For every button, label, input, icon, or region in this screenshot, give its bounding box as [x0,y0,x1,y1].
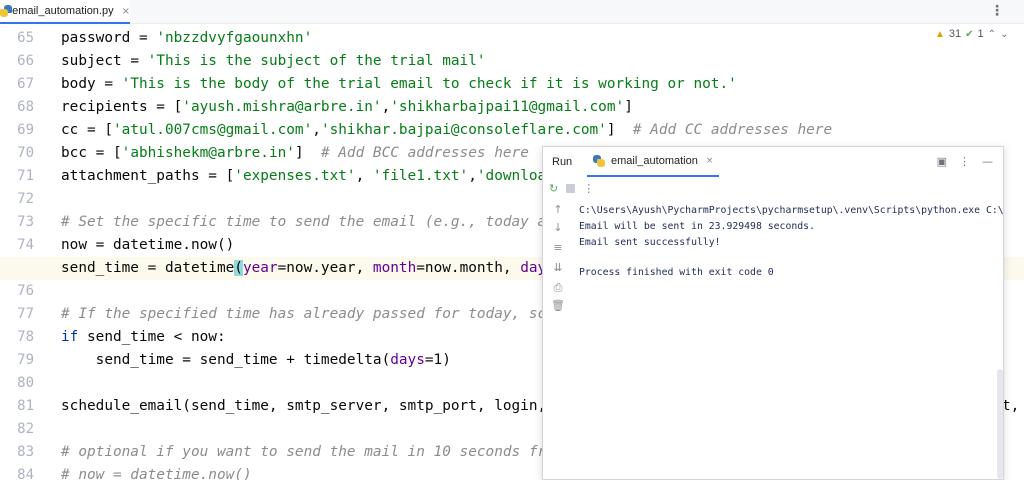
close-run-tab-icon[interactable]: × [706,156,714,166]
code-line: now = datetime.now() [61,237,235,253]
minimize-icon[interactable]: — [982,155,993,168]
line-number: 65 [17,30,34,46]
code-line: schedule_email(send_time, smtp_server, s… [61,398,564,414]
line-number: 77 [17,306,34,322]
line-number: 74 [17,237,34,253]
run-tab-label: email_automation [611,155,698,167]
rerun-icon[interactable]: ↻ [549,182,558,195]
console-line: C:\Users\Ayush\PycharmProjects\pycharmse… [579,205,1003,216]
python-file-icon [0,5,12,17]
print-icon[interactable]: ⎙ [551,281,565,295]
line-number: 73 [17,214,34,230]
more-vertical-icon[interactable]: ⋮ [990,3,1004,19]
line-number: 79 [17,352,34,368]
soft-wrap-icon[interactable]: ≡ [551,241,565,255]
scrollbar-thumb[interactable] [997,369,1003,479]
python-run-icon [593,155,605,167]
console-line: Email will be sent in 23.929498 seconds. [579,221,815,232]
line-number: 84 [17,467,34,480]
window-options-icon[interactable]: ▣ [937,155,947,168]
console-line: Email sent successfully! [579,237,721,248]
run-header: Run email_automation × ▣ ⋮ — [543,147,1003,177]
code-line: cc = ['atul.007cms@gmail.com','shikhar.b… [61,122,833,138]
line-number: 80 [17,375,34,391]
close-tab-icon[interactable]: × [122,6,130,17]
code-line: attachment_paths = ['expenses.txt', 'fil… [61,168,555,184]
run-title[interactable]: Run [552,156,572,168]
trash-icon[interactable]: 🗑 [551,299,565,313]
code-line: bcc = ['abhishekm@arbre.in'] # Add BCC a… [61,145,529,161]
line-number: 69 [17,122,34,138]
code-line: send_time = send_time + timedelta(days=1… [61,352,451,368]
code-line: # now = datetime.now() [61,467,252,480]
console-line: Process finished with exit code 0 [579,267,774,278]
tab-filename: email_automation.py [12,5,114,17]
console-output[interactable]: C:\Users\Ayush\PycharmProjects\pycharmse… [579,203,1003,473]
more-icon[interactable]: ⋮ [583,182,594,195]
scroll-to-end-icon[interactable]: ⇊ [551,261,565,275]
run-config-tab[interactable]: email_automation × [587,147,720,177]
stop-icon[interactable] [566,183,576,193]
line-number: 68 [17,99,34,115]
code-line: recipients = ['ayush.mishra@arbre.in','s… [61,99,633,115]
line-number: 83 [17,444,34,460]
line-number: 82 [17,421,34,437]
line-number: 78 [17,329,34,345]
code-line-tail: t, [1002,398,1020,414]
editor-tab[interactable]: email_automation.py × [0,0,130,24]
run-toolbar: ↻ ⋮ [543,177,1003,199]
line-number: 67 [17,76,34,92]
run-window-actions: ▣ ⋮ — [937,155,993,168]
line-number-gutter: 65 66 67 68 69 70 71 72 73 74 75 76 77 7… [0,24,44,480]
line-number: 70 [17,145,34,161]
run-side-toolbar: ↑ ↓ ≡ ⇊ ⎙ 🗑 [543,203,571,403]
code-line: body = 'This is the body of the trial em… [61,76,737,92]
code-line: # If the specified time has already pass… [61,306,564,322]
code-line: # Set the specific time to send the emai… [61,214,555,230]
line-number: 76 [17,283,34,299]
line-number: 81 [17,398,34,414]
code-line: subject = 'This is the subject of the tr… [61,53,486,69]
code-line: if send_time < now: [61,329,226,345]
run-tool-window: Run email_automation × ▣ ⋮ — ↻ ⋮ ↑ ↓ ≡ ⇊… [542,146,1004,480]
line-number: 71 [17,168,34,184]
arrow-down-icon[interactable]: ↓ [551,221,565,235]
editor-tab-bar: email_automation.py × ⋮ [0,0,1024,24]
line-number: 66 [17,53,34,69]
arrow-up-icon[interactable]: ↑ [551,203,565,217]
more-icon[interactable]: ⋮ [959,155,970,168]
code-line: password = 'nbzzdvyfgaounxhn' [61,30,313,46]
line-number: 72 [17,191,34,207]
code-line: # optional if you want to send the mail … [61,444,564,460]
